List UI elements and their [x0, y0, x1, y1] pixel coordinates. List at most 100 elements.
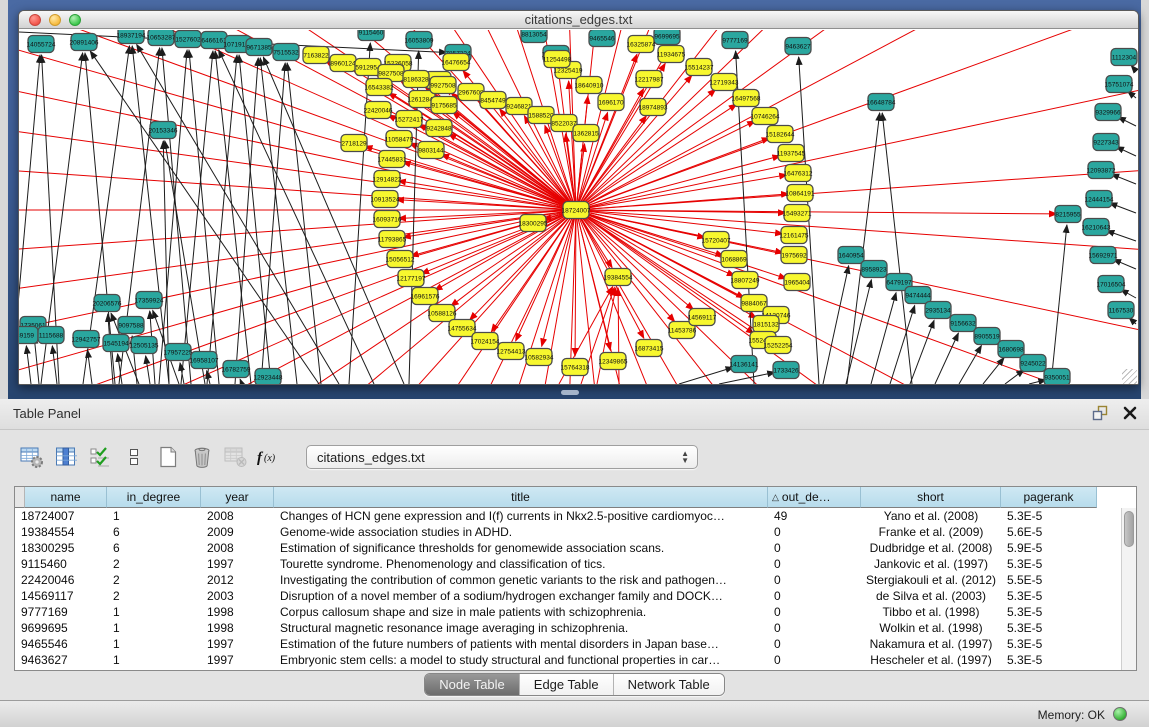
table-cell[interactable]: 9777169 [15, 604, 107, 620]
graph-node[interactable]: 7163822 [303, 47, 329, 64]
table-cell[interactable]: Changes of HCN gene expression and I(f) … [274, 508, 768, 524]
table-cell[interactable]: Jankovic et al. (1997) [861, 556, 1001, 572]
graph-node[interactable]: 1112304 [1111, 49, 1137, 66]
graph-node[interactable]: 1362815 [573, 125, 599, 142]
graph-node[interactable]: 12505135 [130, 337, 159, 354]
table-cell[interactable]: Disruption of a novel member of a sodium… [274, 588, 768, 604]
table-cell[interactable]: 22420046 [15, 572, 107, 588]
graph-node[interactable]: 19384554 [604, 269, 633, 286]
graph-node[interactable]: 1115688 [38, 327, 64, 344]
graph-node[interactable]: 8454749 [480, 92, 506, 109]
graph-node[interactable]: 16543382 [365, 79, 394, 96]
graph-node[interactable]: 9242848 [426, 120, 452, 137]
graph-node[interactable]: 16476654 [442, 54, 471, 71]
table-cell[interactable]: Tourette syndrome. Phenomenology and cla… [274, 556, 768, 572]
table-cell[interactable]: 5.3E-5 [1001, 636, 1097, 652]
table-cell[interactable]: Corpus callosum shape and size in male p… [274, 604, 768, 620]
table-row[interactable]: 2242004622012Investigating the contribut… [15, 572, 1121, 588]
table-cell[interactable]: 0 [768, 524, 861, 540]
table-cell[interactable]: 5.3E-5 [1001, 604, 1097, 620]
table-cell[interactable]: Dudbridge et al. (2008) [861, 540, 1001, 556]
graph-node[interactable]: 1588520 [528, 107, 554, 124]
table-selector-combobox[interactable]: citations_edges.txt▲▼ [306, 445, 698, 469]
table-cell[interactable]: 2008 [201, 508, 274, 524]
table-cell[interactable]: Hescheler et al. (1997) [861, 652, 1001, 668]
table-cell[interactable]: 1997 [201, 556, 274, 572]
graph-node[interactable]: 1640954 [838, 247, 864, 264]
network-canvas[interactable]: 1872400714055724208914061893719410653287… [19, 30, 1138, 385]
table-cell[interactable]: 2009 [201, 524, 274, 540]
table-cell[interactable]: 0 [768, 620, 861, 636]
table-row[interactable]: 1872400712008Changes of HCN gene express… [15, 508, 1121, 524]
table-cell[interactable]: 0 [768, 572, 861, 588]
graph-node[interactable]: 12754413 [497, 343, 526, 360]
column-header-title[interactable]: title [274, 487, 768, 508]
graph-node[interactable]: 15182644 [766, 126, 795, 143]
graph-node[interactable]: 8186328 [403, 71, 429, 88]
table-cell[interactable]: 0 [768, 556, 861, 572]
table-cell[interactable]: de Silva et al. (2003) [861, 588, 1001, 604]
graph-node[interactable]: 17359924 [135, 292, 164, 309]
table-cell[interactable]: Nakamura et al. (1997) [861, 636, 1001, 652]
splitter-handle[interactable] [561, 390, 579, 395]
table-cell[interactable]: Estimation of significance thresholds fo… [274, 540, 768, 556]
column-header-year[interactable]: year [201, 487, 274, 508]
table-cell[interactable]: Genome-wide association studies in ADHD. [274, 524, 768, 540]
graph-node[interactable]: 14055724 [27, 36, 56, 53]
column-header-in_degree[interactable]: in_degree [107, 487, 201, 508]
table-cell[interactable]: 9115460 [15, 556, 107, 572]
graph-node[interactable]: 5912954 [355, 59, 381, 76]
graph-node[interactable]: 15493271 [783, 205, 812, 222]
graph-node[interactable]: 17024154 [471, 333, 500, 350]
graph-node[interactable]: 1965404 [784, 274, 810, 291]
graph-node[interactable]: 22420046 [364, 102, 393, 119]
graph-node[interactable]: 20153346 [149, 122, 178, 139]
table-cell[interactable]: 19384554 [15, 524, 107, 540]
graph-node[interactable]: 15056512 [386, 251, 415, 268]
graph-node[interactable]: 12719343 [710, 74, 739, 91]
table-cell[interactable]: 14569117 [15, 588, 107, 604]
graph-node[interactable]: 8215955 [1055, 206, 1081, 223]
table-cell[interactable]: 2008 [201, 540, 274, 556]
graph-node[interactable]: 10653287 [147, 30, 176, 46]
graph-node[interactable]: 11934675 [657, 46, 686, 63]
table-cell[interactable]: 18724007 [15, 508, 107, 524]
column-header-short[interactable]: short [861, 487, 1001, 508]
graph-node[interactable]: 1527602 [175, 31, 201, 48]
table-cell[interactable]: Estimation of the future numbers of pati… [274, 636, 768, 652]
graph-node[interactable]: 18937194 [117, 30, 146, 44]
graph-node[interactable]: 12444154 [1085, 191, 1114, 208]
table-cell[interactable]: 1 [107, 620, 201, 636]
table-cell[interactable]: 5.3E-5 [1001, 652, 1097, 668]
graph-node[interactable]: 2718129 [341, 135, 367, 152]
table-cell[interactable]: 0 [768, 652, 861, 668]
table-cell[interactable]: 5.6E-5 [1001, 524, 1097, 540]
graph-node[interactable]: 9329966 [1095, 104, 1121, 121]
graph-node[interactable]: 8905519 [974, 328, 1000, 345]
new-table-icon[interactable] [154, 444, 182, 470]
graph-node[interactable]: 10913524 [371, 191, 400, 208]
table-cell[interactable]: Embryonic stem cells: a model to study s… [274, 652, 768, 668]
graph-node[interactable]: 1680698 [998, 341, 1024, 358]
graph-node[interactable]: 12914822 [373, 171, 402, 188]
graph-node[interactable]: 20891406 [70, 34, 99, 51]
graph-node[interactable]: 12942757 [72, 331, 101, 348]
network-window-titlebar[interactable]: citations_edges.txt [19, 11, 1138, 29]
graph-node[interactable]: 12161475 [780, 227, 809, 244]
graph-node[interactable]: 1815132 [753, 316, 779, 333]
table-cell[interactable]: 6 [107, 540, 201, 556]
graph-node[interactable]: 8960124 [330, 55, 356, 72]
graph-node[interactable]: 1068869 [721, 251, 747, 268]
graph-node[interactable]: 9350051 [1044, 369, 1070, 386]
graph-node[interactable]: 9927508 [430, 77, 456, 94]
table-cell[interactable]: 1 [107, 508, 201, 524]
graph-node[interactable]: 12923448 [254, 369, 283, 386]
table-row[interactable]: 911546021997Tourette syndrome. Phenomeno… [15, 556, 1121, 572]
function-builder-icon[interactable]: f(x) [256, 444, 284, 470]
scrollbar-thumb[interactable] [1124, 511, 1134, 547]
table-cell[interactable]: 1997 [201, 636, 274, 652]
table-row[interactable]: 1938455462009Genome-wide association stu… [15, 524, 1121, 540]
table-cell[interactable]: Yano et al. (2008) [861, 508, 1001, 524]
table-cell[interactable]: 1 [107, 604, 201, 620]
graph-node[interactable]: 12177197 [397, 270, 426, 287]
